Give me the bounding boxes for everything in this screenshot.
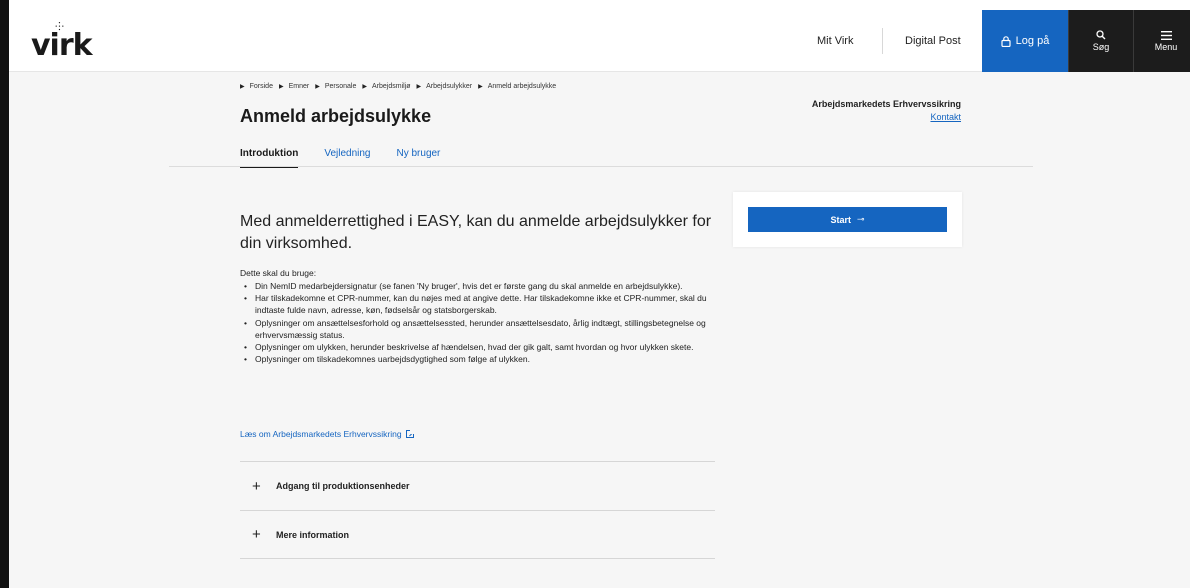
nav-mit-virk[interactable]: Mit Virk (817, 10, 853, 72)
window-left-edge (0, 0, 9, 588)
lead-text: Med anmelderrettighed i EASY, kan du anm… (240, 213, 712, 252)
menu-label: Menu (1154, 41, 1178, 52)
breadcrumb-item[interactable]: Arbejdsmiljø (372, 83, 411, 90)
menu-button[interactable]: Menu (1133, 10, 1190, 72)
requirements-list: Din NemID medarbejdersignatur (se fanen … (240, 280, 720, 366)
start-label: Start (830, 214, 851, 225)
tab-vejledning[interactable]: Vejledning (324, 148, 370, 168)
search-button[interactable]: Søg (1068, 10, 1133, 72)
breadcrumb-item[interactable]: Personale (325, 83, 357, 90)
logo-text: virk (31, 28, 93, 63)
site-header: ⸭ virk Mit Virk Digital Post Log på Søg … (9, 10, 1190, 72)
lock-icon (1001, 35, 1011, 47)
breadcrumb-arrow-icon: ▶ (278, 84, 284, 90)
list-item: Oplysninger om ansættelsesforhold og ans… (244, 317, 720, 341)
search-label: Søg (1092, 42, 1110, 52)
hamburger-icon (1160, 30, 1172, 40)
contact-link[interactable]: Kontakt (812, 112, 961, 122)
start-button[interactable]: Start ⊸ (748, 207, 947, 232)
list-item: Din NemID medarbejdersignatur (se fanen … (244, 280, 720, 292)
window-top-edge (9, 0, 1190, 10)
login-button[interactable]: Log på (982, 10, 1068, 72)
virk-logo[interactable]: ⸭ virk (31, 22, 93, 64)
page-title: Anmeld arbejdsulykke (240, 106, 432, 126)
login-label: Log på (1015, 35, 1050, 47)
tab-ny-bruger[interactable]: Ny bruger (396, 148, 440, 168)
external-link-icon (405, 430, 414, 438)
breadcrumb-item[interactable]: Emner (289, 83, 310, 90)
intro-text: Dette skal du bruge: (240, 268, 317, 278)
breadcrumb-item[interactable]: Arbejdsulykker (426, 83, 472, 90)
breadcrumb-arrow-icon: ▶ (362, 84, 367, 90)
breadcrumb-arrow-icon: ▶ (240, 84, 245, 90)
list-item: Oplysninger om tilskadekomnes uarbejdsdy… (244, 353, 720, 365)
breadcrumb-item[interactable]: Forside (250, 83, 273, 90)
search-icon (1096, 30, 1106, 40)
list-item: Har tilskadekomne et CPR-nummer, kan du … (244, 292, 720, 316)
read-more-label: Læs om Arbejdsmarkedets Erhvervssikring (240, 429, 402, 439)
main-content: ▶ Forside ▶ Emner ▶ Personale ▶ Arbejdsmiljø… (169, 72, 1033, 588)
breadcrumb: ▶ Forside ▶ Emner ▶ Personale ▶ Arbejdsmiljø… (240, 83, 556, 90)
breadcrumb-arrow-icon: ▶ (416, 84, 422, 90)
start-card: Start ⊸ (733, 192, 962, 247)
read-more-link[interactable]: Læs om Arbejdsmarkedets Erhvervssikring (240, 429, 414, 439)
accordion-more-info[interactable]: + Mere information (240, 510, 715, 559)
accordion-label: Adgang til produktionsenheder (276, 481, 410, 491)
breadcrumb-arrow-icon: ▶ (478, 84, 483, 90)
nav-divider (882, 28, 883, 54)
list-item: Oplysninger om ulykken, herunder beskriv… (244, 341, 720, 353)
plus-icon: + (252, 477, 261, 495)
accordion-label: Mere information (276, 529, 350, 540)
breadcrumb-arrow-icon: ▶ (315, 84, 320, 90)
org-name: Arbejdsmarkedets Erhvervssikring (811, 99, 961, 109)
tab-divider (169, 166, 1033, 167)
plus-icon: + (252, 526, 261, 543)
nav-digital-post[interactable]: Digital Post (905, 10, 961, 72)
tab-introduktion[interactable]: Introduktion (240, 148, 299, 168)
accordion-production-units[interactable]: + Adgang til produktionsenheder (240, 461, 715, 510)
key-icon: ⊸ (856, 214, 865, 224)
org-info: Arbejdsmarkedets Erhvervssikring Kontakt (812, 99, 961, 122)
breadcrumb-current: Anmeld arbejdsulykke (487, 83, 557, 90)
tab-bar: Introduktion Vejledning Ny bruger (240, 148, 466, 168)
